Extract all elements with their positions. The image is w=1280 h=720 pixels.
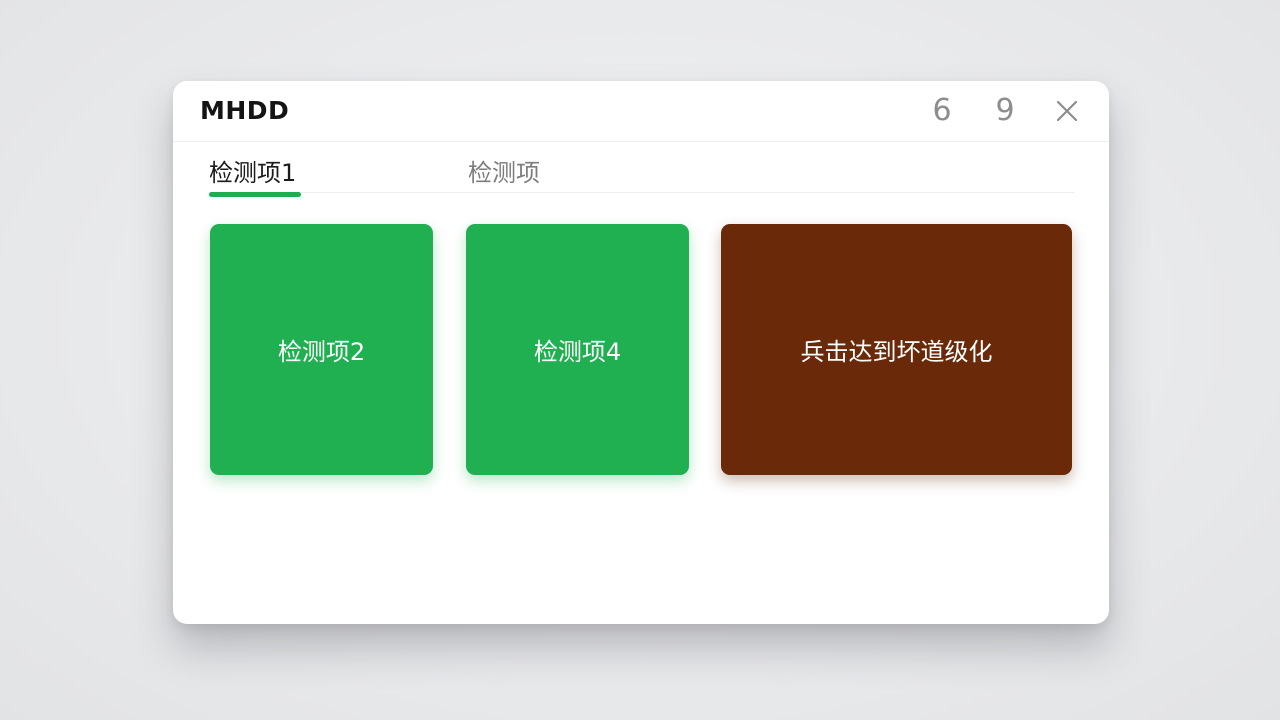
card-jiancexiang-4[interactable]: 检测项4 [466,224,689,475]
card-label: 检测项4 [533,338,622,366]
app-title: MHDD [200,96,290,125]
mhdd-window: MHDD 6 9 检测项1 检测项 检测项2 检测项4 兵击达到坏道级化 [173,81,1109,624]
card-bad-sector-status[interactable]: 兵击达到坏道级化 [721,224,1072,475]
tab-jiancexiang[interactable]: 检测项 [468,153,540,188]
card-label: 兵击达到坏道级化 [800,338,993,366]
close-icon [1056,100,1078,122]
card-label: 检测项2 [277,338,366,366]
window-control-6[interactable]: 6 [925,93,959,129]
title-bar: MHDD 6 9 [173,81,1109,142]
window-control-9[interactable]: 9 [988,93,1022,129]
tab-bar: 检测项1 检测项 [209,141,1075,197]
active-tab-indicator [209,192,301,197]
card-jiancexiang-2[interactable]: 检测项2 [210,224,433,475]
tab-jiancexiang-1[interactable]: 检测项1 [209,153,296,188]
close-button[interactable] [1049,93,1085,129]
